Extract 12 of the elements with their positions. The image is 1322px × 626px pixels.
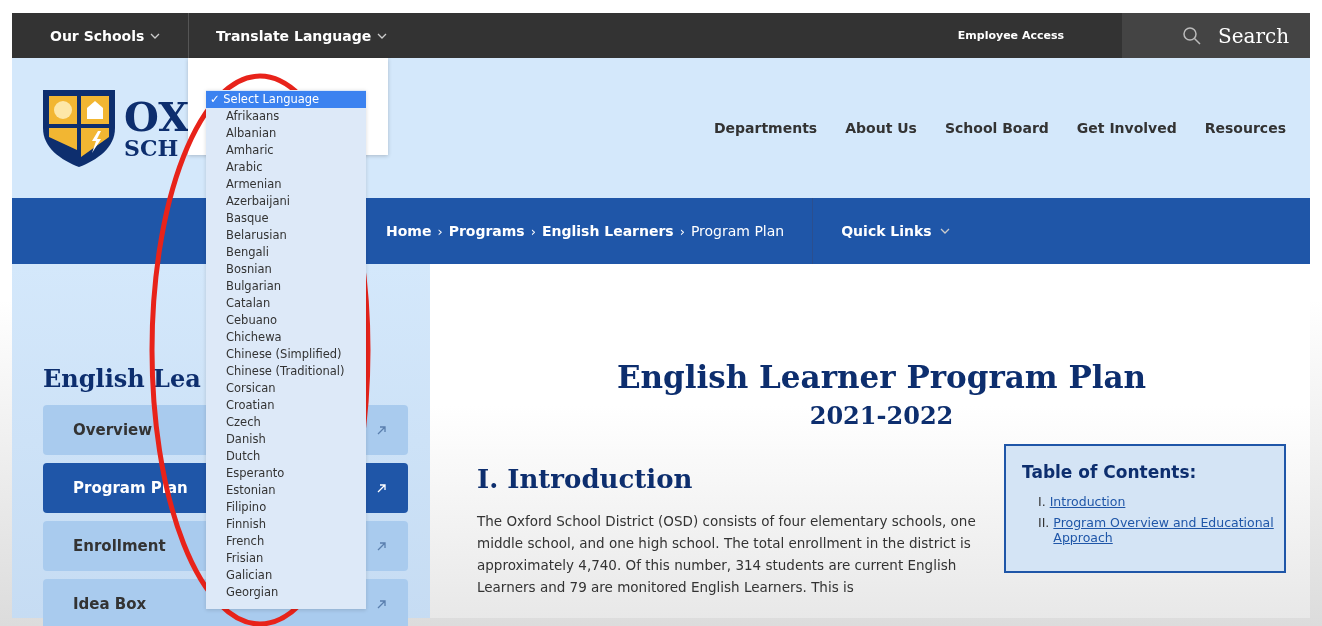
breadcrumb-separator: ›	[437, 223, 443, 239]
toc-title: Table of Contents:	[1022, 462, 1198, 482]
section-heading: I. Introduction	[477, 464, 694, 494]
school-name-text: SCH	[124, 137, 180, 159]
page-subtitle: 2021-2022	[808, 401, 955, 430]
school-name-text: OX	[124, 97, 190, 137]
toc-number: I.	[1038, 494, 1046, 509]
breadcrumb-separator: ›	[530, 223, 536, 239]
intro-paragraph: The Oxford School District (OSD) consists of four elementary schools, one middle school, and one high school. The total enrollment in the district is approximately 4,740. Of this number, 314 students are current English Learners and 79 are monitored English Learners. This is	[477, 512, 977, 597]
breadcrumb-separator: ›	[679, 223, 685, 239]
toc-number: II.	[1038, 515, 1050, 532]
page-title: English Learner Program Plan	[615, 359, 1148, 395]
